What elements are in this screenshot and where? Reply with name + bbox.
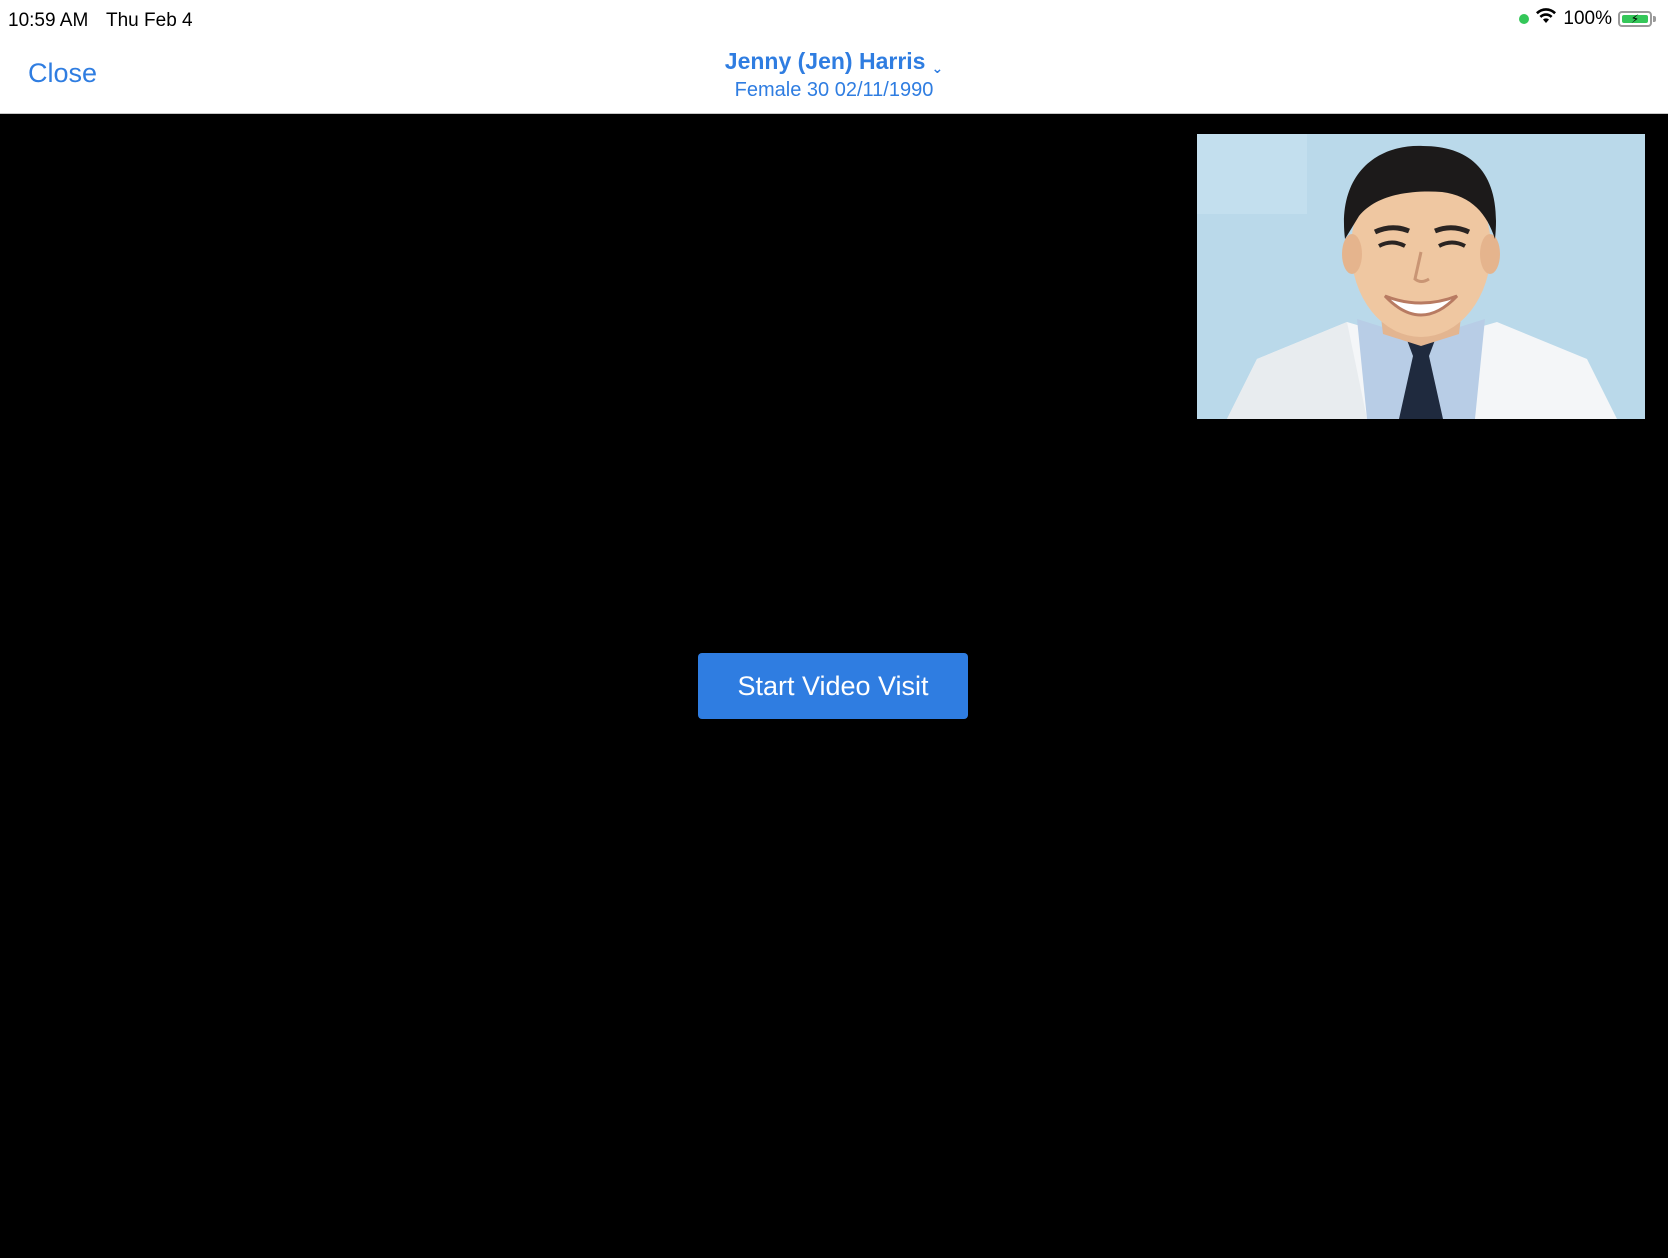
wifi-icon [1535,8,1557,30]
status-date: Thu Feb 4 [106,10,193,31]
patient-header: Jenny (Jen) Harris ⌄ Female 30 02/11/199… [0,48,1668,102]
camera-indicator-icon [1519,14,1530,24]
patient-name-button[interactable]: Jenny (Jen) Harris ⌄ [724,48,944,76]
status-right: 100% ⚡ [1519,8,1656,30]
battery-percent: 100% [1563,8,1612,29]
battery-icon: ⚡ [1618,11,1652,27]
status-time: 10:59 AM [8,10,89,31]
doctor-portrait-image [1197,134,1645,419]
battery-tip [1653,16,1656,22]
self-view-video[interactable] [1197,134,1645,419]
patient-name: Jenny (Jen) Harris [724,48,926,74]
start-video-visit-button[interactable]: Start Video Visit [698,653,968,719]
navigation-bar: Close Jenny (Jen) Harris ⌄ Female 30 02/… [0,44,1668,114]
chevron-down-icon: ⌄ [931,60,944,76]
status-bar: 10:59 AM Thu Feb 4 100% ⚡ [0,0,1668,44]
patient-demographics: Female 30 02/11/1990 [734,79,934,101]
